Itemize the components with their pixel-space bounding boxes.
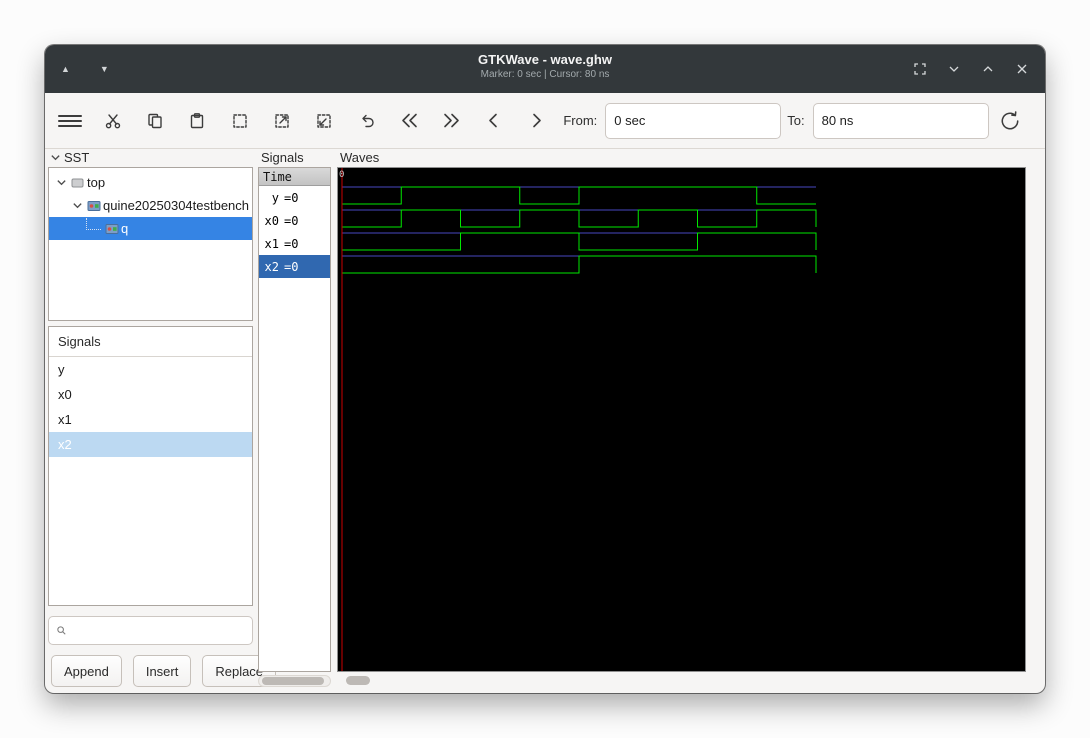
go-to-start-icon[interactable] xyxy=(388,100,430,142)
signal-value: =0 xyxy=(284,259,299,274)
wave-row-x1[interactable]: x1 =0 xyxy=(259,232,330,255)
tree-item-q[interactable]: q xyxy=(49,217,252,240)
signal-value: =0 xyxy=(284,213,299,228)
signal-value: =0 xyxy=(284,190,299,205)
signal-search xyxy=(48,616,253,645)
titlebar-right-controls xyxy=(911,45,1031,93)
go-to-end-icon[interactable] xyxy=(430,100,472,142)
list-item-x0[interactable]: x0 xyxy=(49,382,252,407)
signal-list-header: Signals xyxy=(49,327,252,357)
wave-row-x0[interactable]: x0 =0 xyxy=(259,209,330,232)
menu-icon[interactable] xyxy=(49,100,91,142)
waves-panel-label: Waves xyxy=(340,150,380,165)
fullscreen-icon[interactable] xyxy=(911,60,929,78)
expander-icon[interactable] xyxy=(70,200,85,211)
time-header[interactable]: Time xyxy=(259,168,330,186)
close-icon[interactable] xyxy=(1013,60,1031,78)
sst-frame-label[interactable]: SST xyxy=(50,150,89,165)
scope-icon xyxy=(69,177,87,189)
copy-icon[interactable] xyxy=(134,100,176,142)
chevron-up-icon[interactable] xyxy=(979,60,997,78)
to-input[interactable] xyxy=(812,102,989,139)
wave-signal-names-panel: Time y =0 x0 =0 x1 =0 x2 =0 xyxy=(258,167,331,672)
signals-panel-label: Signals xyxy=(261,150,304,165)
signal-name: y xyxy=(271,190,279,205)
paste-icon[interactable] xyxy=(176,100,218,142)
tree-item-label: quine20250304testbench xyxy=(103,198,250,213)
wave-panel: 0 xyxy=(337,167,1026,672)
list-item-y[interactable]: y xyxy=(49,357,252,382)
list-item-label: x0 xyxy=(58,387,72,402)
toolbar: From: To: xyxy=(45,93,1045,149)
signal-name: x0 xyxy=(264,213,279,228)
signal-list-panel: Signals y x0 x1 x2 xyxy=(48,326,253,606)
scrollbar-thumb[interactable] xyxy=(346,676,370,685)
wave-row-y[interactable]: y =0 xyxy=(259,186,330,209)
titlebar[interactable]: ▲ ▼ GTKWave - wave.ghw Marker: 0 sec | C… xyxy=(45,45,1045,93)
step-back-icon[interactable] xyxy=(473,100,515,142)
component-icon xyxy=(85,200,103,212)
reload-icon[interactable] xyxy=(989,100,1031,142)
wave-hscrollbar[interactable] xyxy=(337,675,1026,687)
append-button[interactable]: Append xyxy=(51,655,122,687)
window-title: GTKWave - wave.ghw xyxy=(478,52,612,67)
step-forward-icon[interactable] xyxy=(515,100,557,142)
wave-canvas[interactable]: 0 xyxy=(338,168,1025,671)
gtkwave-window: ▲ ▼ GTKWave - wave.ghw Marker: 0 sec | C… xyxy=(45,45,1045,693)
chevron-down-icon[interactable] xyxy=(945,60,963,78)
sst-tree-panel: top quine20250304testbench q xyxy=(48,167,253,321)
component-icon xyxy=(103,223,121,235)
list-item-label: y xyxy=(58,362,65,377)
tree-item-label: q xyxy=(121,221,129,236)
signal-name: x1 xyxy=(264,236,279,251)
sst-label: SST xyxy=(64,150,90,165)
list-item-label: x1 xyxy=(58,412,72,427)
from-input[interactable] xyxy=(605,102,782,139)
window-subtitle: Marker: 0 sec | Cursor: 80 ns xyxy=(480,69,610,80)
wave-row-x2[interactable]: x2 =0 xyxy=(259,255,330,278)
tree-item-testbench[interactable]: quine20250304testbench xyxy=(49,194,252,217)
to-label: To: xyxy=(787,113,805,128)
insert-button[interactable]: Insert xyxy=(132,655,192,687)
zoom-fit-icon[interactable] xyxy=(218,100,260,142)
scrollbar-thumb[interactable] xyxy=(262,677,324,685)
signals-frame-label: Signals xyxy=(261,150,304,165)
signal-name: x2 xyxy=(264,259,279,274)
list-item-x1[interactable]: x1 xyxy=(49,407,252,432)
search-input[interactable] xyxy=(72,616,252,645)
signal-value: =0 xyxy=(284,236,299,251)
tree-item-top[interactable]: top xyxy=(49,171,252,194)
svg-text:0: 0 xyxy=(339,170,344,180)
up-arrow-button[interactable]: ▲ xyxy=(57,60,74,78)
action-buttons: Append Insert Replace xyxy=(51,655,277,687)
search-icon xyxy=(57,626,66,635)
titlebar-left-controls: ▲ ▼ xyxy=(57,45,113,93)
undo-icon[interactable] xyxy=(346,100,388,142)
from-label: From: xyxy=(563,113,598,128)
collapse-chevron-icon xyxy=(51,155,60,161)
zoom-in-icon[interactable] xyxy=(261,100,303,142)
cut-icon[interactable] xyxy=(91,100,133,142)
time-label: Time xyxy=(263,169,292,184)
down-arrow-button[interactable]: ▼ xyxy=(96,60,113,78)
expander-icon[interactable] xyxy=(54,177,69,188)
tree-item-label: top xyxy=(87,175,106,190)
waves-frame-label: Waves xyxy=(340,150,379,165)
signal-names-hscrollbar[interactable] xyxy=(258,675,331,687)
tree-connector xyxy=(86,218,101,230)
list-item-label: x2 xyxy=(58,437,72,452)
titlebar-text: GTKWave - wave.ghw Marker: 0 sec | Curso… xyxy=(45,52,1045,80)
zoom-out-icon[interactable] xyxy=(303,100,345,142)
list-item-x2[interactable]: x2 xyxy=(49,432,252,457)
